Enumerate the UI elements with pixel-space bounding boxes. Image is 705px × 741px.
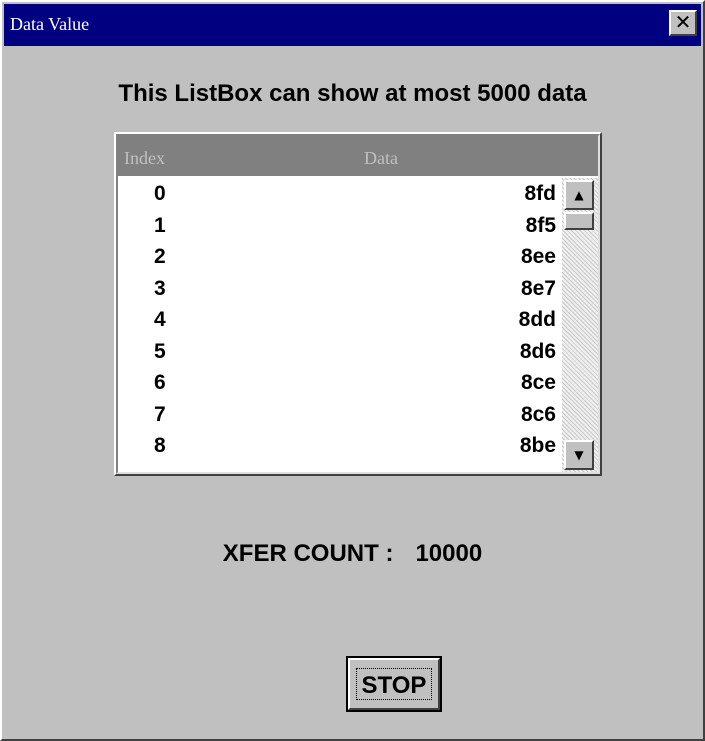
listbox-caption: This ListBox can show at most 5000 data [118, 80, 587, 107]
close-button[interactable]: ✕ [669, 10, 697, 36]
row-index: 7 [154, 402, 166, 426]
row-index: 8 [154, 434, 166, 457]
listbox-frame: Index Data 0 8fd 1 8f5 2 8ee 3 8e7 4 8dd… [116, 134, 600, 474]
listbox-header: Index Data [118, 136, 598, 176]
stop-button-label: STOP [356, 668, 432, 700]
row-data: 8ce [520, 371, 556, 394]
row-index: 0 [154, 182, 166, 205]
window-title: Data Value [10, 14, 90, 34]
column-header-index: Index [124, 148, 165, 168]
list-item[interactable]: 5 8d6 [118, 336, 558, 368]
arrow-up-icon: ▲ [574, 188, 584, 202]
list-item[interactable]: 2 8ee [118, 241, 558, 273]
list-item[interactable]: 4 8dd [118, 304, 558, 336]
close-icon: ✕ [674, 10, 692, 34]
row-data: 8ee [520, 245, 556, 268]
row-data: 8f5 [525, 213, 556, 237]
row-data: 8c6 [520, 402, 556, 426]
xfer-count: XFER COUNT : 10000 [2, 540, 703, 568]
list-item[interactable]: 0 8fd [118, 178, 558, 210]
row-data: 8dd [518, 308, 556, 331]
xfer-count-value: 10000 [415, 540, 483, 567]
vertical-scrollbar[interactable]: ▲ ▼ [562, 178, 598, 472]
list-item[interactable]: 8 8be [118, 430, 558, 462]
row-index: 5 [154, 339, 166, 363]
list-item[interactable]: 7 8c6 [118, 399, 558, 431]
stop-button-bevel: STOP [348, 658, 440, 710]
list-item[interactable]: 6 8ce [118, 367, 558, 399]
listbox-rows: 0 8fd 1 8f5 2 8ee 3 8e7 4 8dd 5 8d6 6 8c… [118, 178, 558, 462]
scroll-up-button[interactable]: ▲ [564, 180, 594, 210]
row-data: 8fd [524, 182, 557, 205]
xfer-count-label: XFER COUNT : [222, 540, 394, 567]
stop-button[interactable]: STOP [346, 656, 442, 712]
arrow-down-icon: ▼ [574, 448, 584, 462]
row-data: 8d6 [519, 339, 556, 363]
data-listbox[interactable]: Index Data 0 8fd 1 8f5 2 8ee 3 8e7 4 8dd… [114, 132, 602, 476]
row-index: 1 [154, 213, 166, 237]
list-item[interactable]: 1 8f5 [118, 210, 558, 242]
title-bar[interactable]: Data Value ✕ [4, 4, 701, 46]
row-index: 6 [154, 371, 166, 394]
row-data: 8e7 [520, 276, 556, 300]
row-index: 2 [154, 245, 166, 268]
scroll-down-button[interactable]: ▼ [564, 440, 594, 470]
row-index: 3 [154, 276, 166, 300]
row-data: 8be [519, 434, 556, 457]
data-value-window: Data Value ✕ This ListBox can show at mo… [0, 0, 705, 741]
row-index: 4 [154, 308, 166, 331]
column-header-data: Data [364, 148, 398, 168]
list-item[interactable]: 3 8e7 [118, 273, 558, 305]
scroll-thumb[interactable] [564, 212, 594, 230]
